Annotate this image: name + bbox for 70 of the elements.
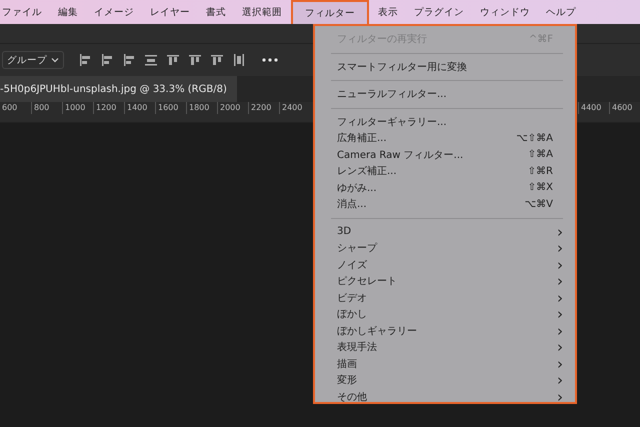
ruler-label: 1000 — [62, 102, 93, 114]
align-icon[interactable] — [122, 53, 136, 67]
menu-item[interactable]: ぼかし — [337, 307, 367, 322]
menu-item[interactable]: ゆがみ... — [337, 180, 377, 195]
more-icon[interactable] — [262, 58, 278, 62]
document-tab[interactable]: -5H0p6JPUHbl-unsplash.jpg @ 33.3% (RGB/8) — [0, 76, 237, 102]
menu-item[interactable]: フィルターギャラリー... — [337, 114, 447, 129]
ruler-label: 2400 — [279, 102, 310, 114]
shortcut-text: ⌥⌘V — [524, 198, 554, 210]
ruler-label: 2200 — [248, 102, 279, 114]
menu-item[interactable]: スマートフィルター用に変換 — [337, 60, 467, 74]
caret-icon — [51, 57, 59, 63]
menu-item[interactable]: 消点... — [337, 197, 367, 212]
ruler-label: 4600 — [609, 102, 640, 114]
submenu-arrow: › — [557, 340, 563, 354]
ruler-label: 4400 — [578, 102, 609, 114]
menu-bar-item[interactable]: 選択範囲 — [235, 0, 289, 24]
submenu-arrow: › — [557, 290, 563, 305]
submenu-arrow: › — [557, 274, 563, 288]
menu-bar-item[interactable]: 表示 — [371, 0, 405, 24]
align-icon[interactable] — [210, 53, 224, 67]
menu-item[interactable]: ぼかしギャラリー — [337, 324, 417, 338]
ruler-label: 1400 — [124, 102, 155, 114]
submenu-arrow: › — [557, 241, 563, 256]
align-icon[interactable] — [166, 53, 180, 67]
shortcut-text: ⇧⌘R — [528, 166, 554, 177]
ruler-label: 1800 — [186, 102, 217, 114]
menu-item[interactable]: 3D — [337, 226, 352, 238]
shortcut-text: ⌥⇧⌘A — [516, 132, 554, 144]
menu-bar-item[interactable]: レイヤー — [143, 0, 197, 24]
menu-bar-item[interactable]: プラグイン — [407, 0, 471, 24]
shortcut-text: ⇧⌘X — [528, 182, 554, 194]
ruler-label: 1600 — [155, 102, 186, 114]
menu-bar-item[interactable]: フィルター — [291, 0, 369, 24]
align-icon[interactable] — [78, 53, 92, 67]
menu-item[interactable]: 表現手法 — [337, 340, 377, 354]
submenu-arrow: › — [557, 373, 563, 388]
menu-bar-item[interactable]: ウィンドウ — [473, 0, 537, 24]
dropdown[interactable]: グループ — [2, 51, 64, 69]
menu-bar-item[interactable]: 書式 — [199, 0, 233, 24]
menu-item[interactable]: ビデオ — [337, 290, 367, 305]
menu-bar-item[interactable]: ヘルプ — [539, 0, 583, 24]
menu-bar-item[interactable]: ファイル — [0, 0, 49, 24]
align-icon[interactable] — [232, 53, 246, 67]
submenu-arrow: › — [557, 390, 563, 404]
menu-bar-item[interactable]: 編集 — [51, 0, 85, 24]
align-icon[interactable] — [188, 53, 202, 67]
menu-item[interactable]: シャープ — [337, 241, 377, 256]
menu-item[interactable]: レンズ補正... — [337, 164, 397, 178]
menu-item[interactable]: Camera Raw フィルター... — [337, 148, 464, 162]
ruler-label: 1200 — [93, 102, 124, 114]
shortcut-text: ⇧⌘A — [528, 149, 554, 160]
menu-item[interactable]: 変形 — [337, 373, 357, 388]
submenu-arrow: › — [557, 307, 563, 322]
ruler-label: 800 — [31, 102, 62, 114]
submenu-arrow: › — [557, 356, 563, 371]
menu-item[interactable]: ノイズ — [337, 258, 367, 272]
align-icon[interactable] — [144, 53, 158, 67]
ruler-label: 600 — [1, 102, 18, 114]
submenu-arrow: › — [557, 324, 563, 338]
menu-item[interactable]: ニューラルフィルター... — [337, 87, 447, 102]
ruler-label: 2000 — [217, 102, 248, 114]
align-icon[interactable] — [100, 53, 114, 67]
menu-item[interactable]: ピクセレート — [337, 274, 397, 288]
submenu-arrow: › — [557, 224, 563, 239]
menu-item[interactable]: その他 — [337, 390, 367, 404]
menu-item[interactable]: 描画 — [337, 356, 357, 371]
submenu-arrow: › — [557, 258, 563, 272]
menu-bar-item[interactable]: イメージ — [87, 0, 141, 24]
menu-item[interactable]: 広角補正... — [337, 131, 387, 146]
